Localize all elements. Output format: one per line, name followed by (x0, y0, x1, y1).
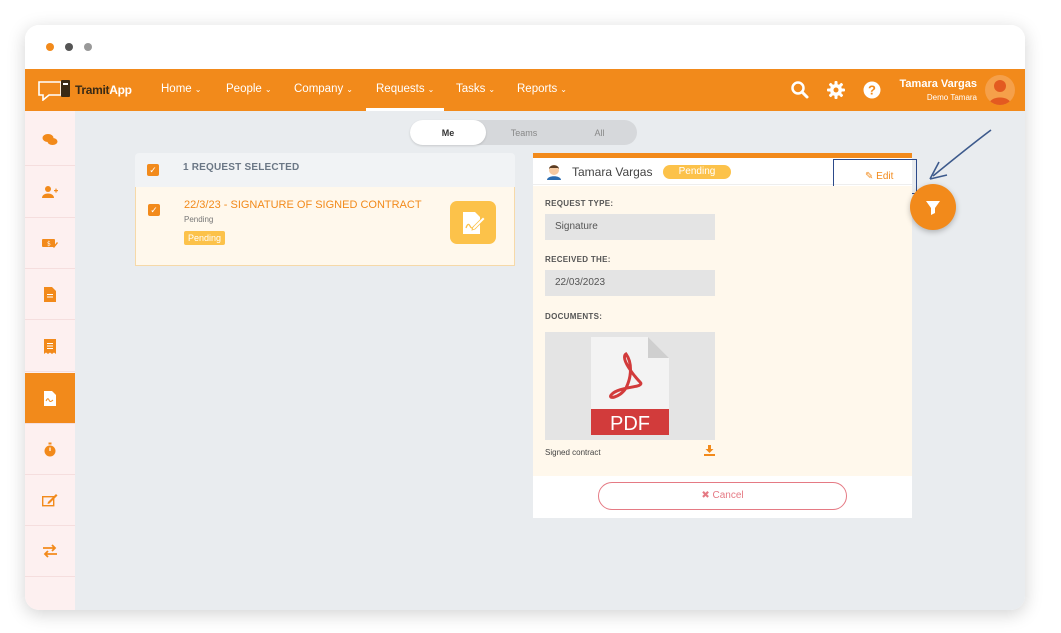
request-title[interactable]: 22/3/23 - SIGNATURE OF SIGNED CONTRACT (184, 199, 422, 211)
request-type-badge (450, 201, 496, 244)
user-avatar-icon (989, 80, 1011, 105)
request-type-label: REQUEST TYPE: (545, 199, 614, 208)
scope-segmented-control: Me Teams All (410, 120, 637, 145)
close-icon: ✖ (701, 490, 710, 501)
gear-icon[interactable] (826, 80, 846, 100)
brand-name: TramitApp (75, 83, 132, 97)
annotation-arrow-icon (929, 129, 992, 180)
sidebar: $ (25, 111, 75, 610)
search-icon[interactable] (790, 80, 810, 100)
list-item[interactable]: ✓ 22/3/23 - SIGNATURE OF SIGNED CONTRACT… (135, 187, 515, 266)
selection-count: 1 REQUEST SELECTED (183, 162, 300, 173)
nav-home[interactable]: Home ⌄ (161, 83, 201, 95)
filter-icon (926, 201, 940, 215)
list-header: ✓ 1 REQUEST SELECTED (135, 153, 515, 187)
detail-header: Tamara Vargas Pending ✎ Edit (533, 158, 917, 194)
sidebar-item-signatures[interactable] (25, 373, 75, 424)
main-content: Me Teams All ✓ 1 REQUEST SELECTED ✓ 22/3… (75, 111, 1025, 610)
svg-text:$: $ (47, 241, 51, 248)
user-avatar-icon (547, 165, 561, 180)
nav-requests[interactable]: Requests ⌄ (376, 83, 434, 95)
window-dot-maximize[interactable] (84, 43, 92, 51)
scope-option-teams[interactable]: Teams (486, 120, 562, 145)
request-list: ✓ 1 REQUEST SELECTED ✓ 22/3/23 - SIGNATU… (135, 153, 515, 266)
chevron-down-icon: ⌄ (346, 85, 353, 94)
nav-tasks[interactable]: Tasks ⌄ (456, 83, 495, 95)
nav-people[interactable]: People ⌄ (226, 83, 272, 95)
signature-doc-icon (44, 390, 56, 406)
sidebar-item-documents[interactable] (25, 269, 75, 320)
signature-doc-icon (463, 211, 486, 234)
stopwatch-icon (44, 442, 56, 456)
top-navigation: TramitApp Home ⌄ People ⌄ Company ⌄ Request… (25, 69, 1025, 111)
exchange-icon (43, 544, 57, 558)
sidebar-item-expenses[interactable]: $ (25, 218, 75, 269)
chevron-down-icon: ⌄ (264, 85, 272, 94)
cancel-button[interactable]: ✖ Cancel (598, 482, 847, 510)
help-icon[interactable]: ? (862, 80, 882, 100)
logo-chat-icon (38, 80, 70, 101)
user-company: Demo Tamara (926, 93, 977, 102)
sidebar-item-receipts[interactable] (25, 321, 75, 372)
chevron-down-icon: ⌄ (560, 85, 567, 94)
pdf-file-icon: PDF (591, 337, 669, 435)
document-thumbnail[interactable]: PDF (545, 332, 715, 440)
window-dot-close[interactable] (46, 43, 54, 51)
scope-option-all[interactable]: All (562, 120, 637, 145)
chat-icon (42, 134, 58, 145)
row-checkbox[interactable]: ✓ (148, 204, 160, 216)
window-titlebar (25, 25, 1025, 69)
svg-text:?: ? (868, 83, 876, 98)
detail-footer: ✖ Cancel (533, 476, 912, 518)
user-name[interactable]: Tamara Vargas (900, 78, 977, 90)
pdf-label: PDF (610, 413, 650, 435)
nav-reports[interactable]: Reports ⌄ (517, 83, 567, 95)
chevron-down-icon: ⌄ (194, 85, 202, 94)
filter-button[interactable] (910, 184, 956, 230)
chevron-down-icon: ⌄ (427, 85, 435, 94)
sidebar-item-exchange[interactable] (25, 526, 75, 577)
nav-company[interactable]: Company ⌄ (294, 83, 353, 95)
avatar[interactable] (985, 75, 1015, 105)
download-icon[interactable] (704, 445, 715, 456)
scope-option-me[interactable]: Me (410, 120, 486, 145)
expense-icon: $ (42, 239, 58, 248)
request-detail-panel: Tamara Vargas Pending ✎ Edit REQUEST TYP… (533, 153, 917, 518)
status-badge: Pending (663, 165, 731, 179)
sidebar-item-add-user[interactable] (25, 167, 75, 218)
received-date-value: 22/03/2023 (545, 270, 715, 296)
window-dot-minimize[interactable] (65, 43, 73, 51)
received-label: RECEIVED THE: (545, 255, 611, 264)
brand-logo[interactable]: TramitApp (37, 77, 132, 103)
sidebar-item-time[interactable] (25, 424, 75, 475)
receipt-icon (44, 338, 56, 354)
app-window: TramitApp Home ⌄ People ⌄ Company ⌄ Request… (25, 25, 1025, 610)
status-badge: Pending (184, 231, 226, 245)
documents-label: DOCUMENTS: (545, 312, 603, 321)
request-subtitle: Pending (184, 215, 214, 224)
request-type-value: Signature (545, 214, 715, 240)
edit-icon: ✎ (865, 171, 874, 182)
document-name[interactable]: Signed contract (545, 448, 601, 457)
sidebar-item-sign[interactable] (25, 475, 75, 526)
sidebar-item-chat[interactable] (25, 115, 75, 166)
requester-name: Tamara Vargas (572, 165, 653, 179)
add-user-icon (42, 186, 58, 198)
chevron-down-icon: ⌄ (488, 85, 496, 94)
edit-button[interactable]: ✎ Edit (865, 171, 893, 182)
document-icon (44, 286, 56, 302)
select-all-checkbox[interactable]: ✓ (147, 164, 159, 176)
detail-body: REQUEST TYPE: Signature RECEIVED THE: 22… (533, 186, 912, 476)
sign-icon (42, 494, 58, 507)
